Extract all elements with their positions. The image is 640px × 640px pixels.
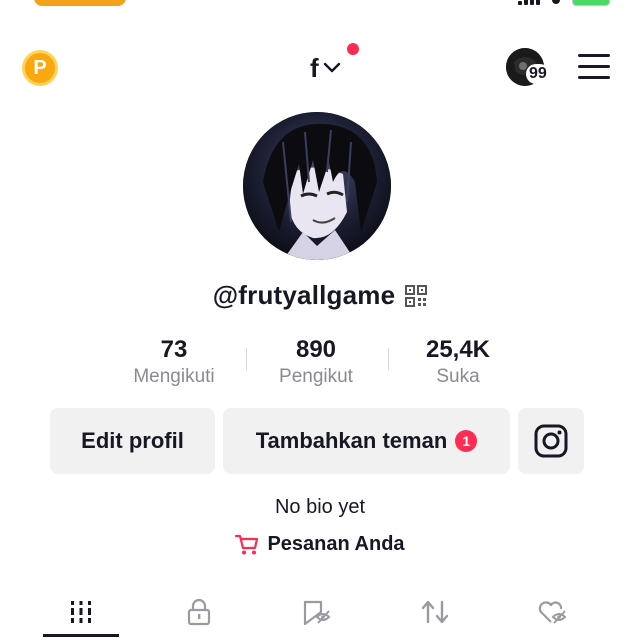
reposts-icon (421, 600, 449, 624)
followers-label: Pengikut (279, 366, 353, 387)
menu-icon[interactable] (578, 54, 610, 80)
account-switcher[interactable]: f (310, 54, 341, 82)
bio-text[interactable]: No bio yet (0, 496, 640, 519)
orders-link[interactable]: Pesanan Anda (0, 533, 640, 556)
profile-screen: P f 99 @frutyallgame 73 Mengikuti 890 Pe… (0, 0, 640, 640)
instagram-icon (534, 424, 568, 458)
wifi-icon (552, 0, 560, 4)
edit-profile-label: Edit profil (81, 428, 184, 453)
top-bar: P f 99 (0, 40, 640, 96)
status-bar-pill (34, 0, 126, 6)
stat-likes[interactable]: 25,4K Suka (388, 336, 528, 390)
add-friends-label: Tambahkan teman (255, 428, 448, 453)
add-friends-button[interactable]: Tambahkan teman 1 (223, 408, 510, 474)
active-tab-indicator (43, 634, 119, 637)
cellular-signal-icon (518, 0, 540, 5)
account-name: f (310, 53, 319, 83)
likes-count: 25,4K (425, 336, 491, 363)
videos-grid-icon (71, 601, 91, 623)
tab-favorites[interactable] (258, 588, 376, 636)
following-count: 73 (160, 336, 188, 363)
coin-icon: P (33, 56, 47, 79)
stat-followers[interactable]: 890 Pengikut (246, 336, 386, 390)
coins-button[interactable]: P (22, 50, 58, 86)
qr-code-icon[interactable] (405, 284, 428, 307)
profile-stats: 73 Mengikuti 890 Pengikut 25,4K Suka (100, 336, 540, 392)
tab-reposts[interactable] (376, 588, 494, 636)
account-notification-dot (347, 43, 359, 55)
battery-icon (572, 0, 610, 6)
username: @frutyallgame (212, 280, 396, 310)
stat-following[interactable]: 73 Mengikuti (104, 336, 244, 390)
shopping-cart-icon (235, 534, 259, 554)
following-label: Mengikuti (133, 366, 215, 387)
status-bar-indicators (518, 0, 610, 6)
favorites-hidden-icon (303, 600, 331, 626)
chevron-down-icon (323, 62, 340, 73)
likes-label: Suka (436, 366, 480, 387)
followers-count: 890 (295, 336, 337, 363)
edit-profile-button[interactable]: Edit profil (50, 408, 215, 474)
views-count-badge: 99 (526, 64, 550, 84)
add-friends-badge: 1 (455, 430, 478, 452)
tab-videos[interactable] (22, 588, 140, 636)
orders-label: Pesanan Anda (267, 533, 405, 555)
liked-hidden-icon (538, 601, 567, 624)
tab-liked[interactable] (494, 588, 612, 636)
profile-avatar[interactable] (243, 112, 391, 260)
avatar-image (243, 112, 391, 260)
instagram-button[interactable] (518, 408, 584, 474)
tab-private[interactable] (140, 588, 258, 636)
username-row: @frutyallgame (0, 280, 640, 311)
private-lock-icon (187, 598, 211, 626)
profile-tabs (0, 588, 640, 640)
